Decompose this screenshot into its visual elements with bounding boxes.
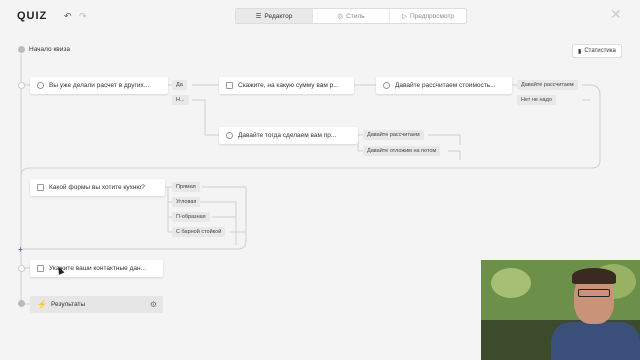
answer-chip[interactable]: Угловая — [172, 197, 201, 207]
gear-icon[interactable]: ⚙ — [150, 300, 157, 309]
question-title: Какой формы вы хотите кухню? — [49, 184, 145, 191]
presenter-hair — [572, 268, 616, 284]
results-node[interactable]: ⚡ Результаты ⚙ — [30, 296, 163, 313]
answer-chip[interactable]: Нет не надо — [517, 95, 556, 105]
question-node[interactable]: Давайте тогда сделаем вам пр... — [219, 127, 358, 144]
answer-chip[interactable]: Да — [172, 80, 187, 90]
question-title: Скажите, на какую сумму вам р... — [238, 82, 339, 89]
end-dot — [18, 300, 25, 307]
question-title: Вы уже делали расчет в других... — [49, 82, 150, 89]
question-node[interactable]: Скажите, на какую сумму вам р... — [219, 77, 354, 94]
results-label: Результаты — [50, 301, 86, 308]
add-step-icon[interactable]: + — [18, 245, 23, 254]
start-label: Начало квиза — [29, 46, 70, 53]
webcam-overlay — [481, 260, 640, 360]
answer-chip[interactable]: П-образная — [172, 212, 210, 222]
radio-icon — [226, 132, 233, 139]
radio-icon — [37, 82, 44, 89]
start-dot — [18, 46, 25, 53]
answer-chip[interactable]: Давайте рассчитаем — [517, 80, 578, 90]
presenter-glasses — [578, 289, 610, 297]
form-icon — [37, 265, 44, 272]
question-title: Давайте тогда сделаем вам пр... — [238, 132, 337, 139]
answer-chip[interactable]: Прямая — [172, 182, 200, 192]
image-icon — [37, 184, 44, 191]
answer-chip[interactable]: Давайте рассчитаем — [363, 130, 424, 140]
lightning-icon: ⚡ — [37, 300, 47, 309]
answer-chip[interactable]: С барной стойкой — [172, 227, 226, 237]
radio-icon — [383, 82, 390, 89]
quiz-editor: QUIZ ↶ ↷ ☰ Редактор ◎ Стиль ▷ Предпросмо… — [0, 0, 640, 360]
question-node[interactable]: Давайте рассчитаем стоимость... — [376, 77, 512, 94]
answer-chip[interactable]: Давайте отложим на потом — [363, 146, 441, 156]
input-icon — [226, 82, 233, 89]
connector-dot — [18, 82, 25, 89]
answer-chip[interactable]: Н... — [172, 95, 189, 105]
connector-dot — [18, 265, 25, 272]
question-title: Давайте рассчитаем стоимость... — [395, 82, 496, 89]
presenter-shirt — [551, 322, 640, 360]
question-node[interactable]: Вы уже делали расчет в других... — [30, 77, 168, 94]
question-node[interactable]: Укажите ваши контактные дан... — [30, 260, 163, 277]
question-node[interactable]: Какой формы вы хотите кухню? — [30, 179, 165, 196]
